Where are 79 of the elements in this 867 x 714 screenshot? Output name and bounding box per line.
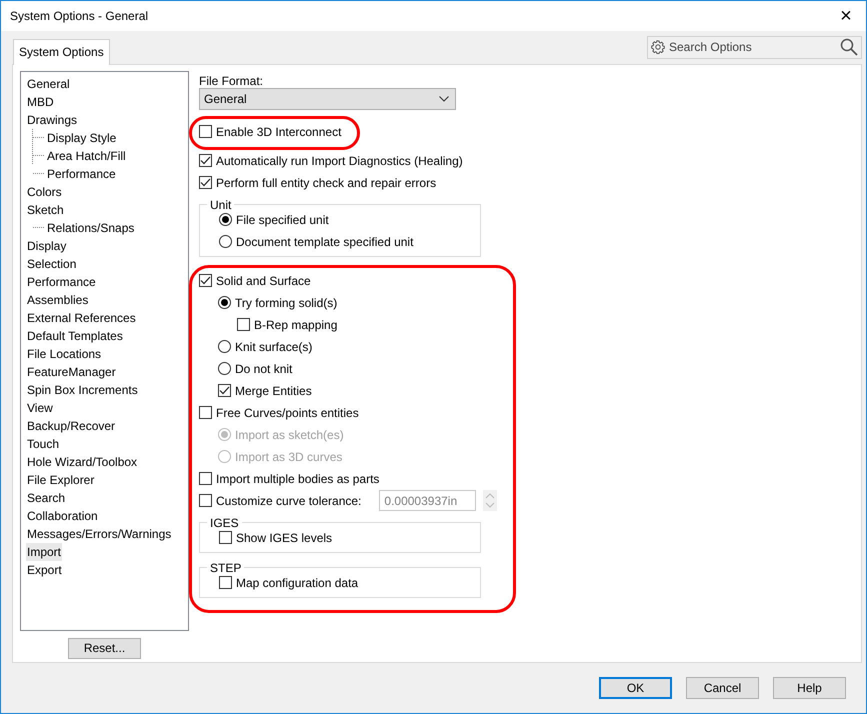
tree-item[interactable]: External References [26,308,137,327]
dialog-button[interactable]: Cancel [686,677,759,700]
tree-item[interactable]: Selection [26,254,78,273]
radio-button[interactable] [218,340,231,354]
checkbox[interactable] [199,176,212,190]
reset-button[interactable]: Reset... [68,638,141,659]
option-label: Import as 3D curves [235,448,342,466]
tree-item[interactable]: Messages/Errors/Warnings [26,524,172,543]
search-field[interactable]: Search Options [647,36,862,59]
tree-item[interactable]: Assemblies [26,290,90,309]
checkbox[interactable] [219,576,232,590]
tree-item[interactable]: Colors [26,182,63,201]
option-label: Show IGES levels [236,530,332,547]
radio-button[interactable] [218,362,231,376]
radio-button[interactable] [218,296,231,310]
tab[interactable]: System Options [13,38,110,65]
group-title: STEP [209,560,242,575]
tree-item[interactable]: Display [26,236,68,255]
tree-item[interactable]: Backup/Recover [26,416,116,435]
checkbox[interactable] [219,531,232,544]
tree-item[interactable]: Collaboration [26,506,99,525]
tree-item[interactable]: File Explorer [26,470,96,489]
option-label: Import as sketch(es) [235,426,344,444]
tree-item[interactable]: Performance [26,272,97,291]
tree-item[interactable]: Drawings [26,110,78,129]
dialog-button[interactable]: OK [599,677,672,700]
radio-button[interactable] [219,235,232,248]
close-button[interactable]: × [826,1,866,31]
gear-icon [651,40,665,54]
option-label: Import multiple bodies as parts [216,470,380,488]
tree-item[interactable]: Export [26,560,63,579]
tree-item[interactable]: Relations/Snaps [46,218,136,237]
group-title: Unit [209,198,232,212]
checkbox[interactable] [199,472,212,486]
option-label: Do not knit [235,360,292,378]
checkbox[interactable] [199,154,212,168]
dialog-button[interactable]: Help [773,677,846,700]
option-label: B-Rep mapping [254,316,338,334]
tree-item[interactable]: File Locations [26,344,102,363]
option-label: Solid and Surface [216,272,311,290]
checkbox[interactable] [237,318,250,332]
file-format-dropdown[interactable]: General [199,88,456,110]
radio-button[interactable] [219,213,232,226]
tree-item[interactable]: View [26,398,54,417]
tree-item[interactable]: Import [26,542,62,561]
tree-item[interactable]: Default Templates [26,326,124,345]
tree-item[interactable]: Area Hatch/Fill [46,146,127,165]
tree-item[interactable]: Performance [46,164,117,183]
tree-item[interactable]: Touch [26,434,60,453]
option-label: Automatically run Import Diagnostics (Healing) [216,152,463,170]
option-label: Perform full entity check and repair errors [216,174,436,192]
search-icon[interactable] [840,38,858,56]
tree-item[interactable]: Hole Wizard/Toolbox [26,452,138,471]
option-label: Try forming solid(s) [235,294,338,312]
option-label: Map configuration data [236,574,358,592]
option-label: Merge Entities [235,382,312,400]
option-label: File specified unit [236,212,329,229]
option-label: Customize curve tolerance: [216,492,362,510]
checkbox[interactable] [199,406,212,420]
search-input[interactable]: Search Options [669,38,836,56]
tree-item[interactable]: Display Style [46,128,118,147]
tree-item[interactable]: Search [26,488,66,507]
field-label: File Format: [199,72,264,88]
tree-item[interactable]: Sketch [26,200,65,219]
group-title: IGES [209,516,240,530]
tree-item[interactable]: Spin Box Increments [26,380,139,399]
checkbox[interactable] [218,384,231,398]
option-label: Knit surface(s) [235,338,312,356]
tree-item[interactable]: General [26,74,71,93]
checkbox[interactable] [199,274,212,288]
tree-item[interactable]: MBD [26,92,55,111]
window-title: System Options - General [10,8,150,25]
tree-item[interactable]: FeatureManager [26,362,117,381]
option-label: Document template specified unit [236,234,414,251]
checkbox[interactable] [199,494,212,508]
option-label: Free Curves/points entities [216,404,359,422]
option-label: Enable 3D Interconnect [216,124,342,141]
chevron-down-icon [439,96,449,102]
checkbox[interactable] [199,125,212,138]
